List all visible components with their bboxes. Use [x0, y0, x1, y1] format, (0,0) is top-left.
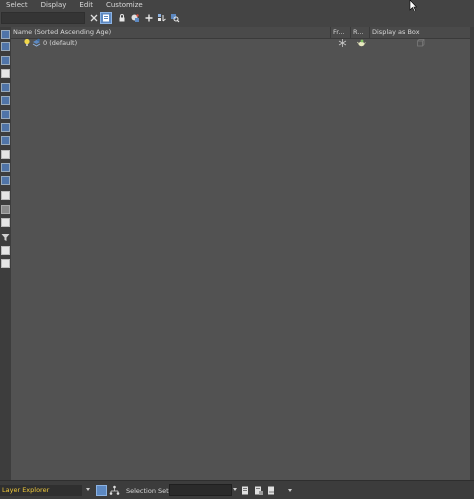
layer-icon	[32, 38, 41, 48]
display-none-icon[interactable]	[1, 30, 10, 39]
selection-set-label: Selection Set:	[126, 487, 171, 495]
menu-select[interactable]: Select	[0, 0, 35, 11]
options-chevron-icon[interactable]	[288, 489, 292, 492]
search-input[interactable]	[1, 12, 85, 24]
menu-edit[interactable]: Edit	[73, 0, 100, 11]
filter-selected-icon[interactable]	[1, 246, 10, 255]
layer-explorer-icon[interactable]	[96, 485, 107, 496]
render-teapot-icon[interactable]	[357, 38, 366, 48]
display-layers-button[interactable]	[100, 12, 112, 24]
lightbulb-icon[interactable]	[23, 38, 31, 48]
lock-icon[interactable]	[116, 12, 128, 24]
display-all-icon[interactable]	[1, 42, 10, 51]
add-icon[interactable]	[143, 12, 155, 24]
column-header-render[interactable]: R...	[351, 27, 370, 38]
explorer-toolbar	[0, 11, 474, 26]
remove-selection-set-icon[interactable]	[266, 485, 277, 496]
status-bar: Layer Explorer Selection Set:	[0, 480, 474, 499]
sort-icon[interactable]	[156, 12, 168, 24]
display-frozen-icon[interactable]	[1, 191, 10, 200]
column-header-frozen[interactable]: Fr...	[331, 27, 351, 38]
menu-bar: Select Display Edit Customize	[0, 0, 474, 11]
menu-display[interactable]: Display	[35, 0, 74, 11]
display-hidden-icon[interactable]	[1, 205, 10, 214]
filter-icon[interactable]	[1, 233, 10, 242]
display-last-render-icon[interactable]	[1, 218, 10, 227]
menu-customize[interactable]: Customize	[100, 0, 150, 11]
display-bones-icon[interactable]	[1, 163, 10, 172]
display-cameras-icon[interactable]	[1, 96, 10, 105]
display-as-box-icon[interactable]	[416, 38, 425, 48]
chevron-down-icon[interactable]	[86, 488, 90, 491]
create-selection-set-icon[interactable]	[253, 485, 264, 496]
hierarchy-icon[interactable]	[109, 485, 120, 496]
display-lights-icon[interactable]	[1, 83, 10, 92]
layer-list: Name (Sorted Ascending Age) Fr... R... D…	[11, 27, 470, 480]
display-helpers-icon[interactable]	[1, 110, 10, 119]
display-xrefs-icon[interactable]	[1, 150, 10, 159]
new-layer-icon[interactable]	[129, 12, 141, 24]
clear-search-icon[interactable]	[88, 12, 100, 24]
filter-children-icon[interactable]	[1, 259, 10, 268]
display-spacewarps-icon[interactable]	[1, 123, 10, 132]
table-row[interactable]: 0 (default)	[11, 38, 470, 48]
display-shapes-icon[interactable]	[1, 69, 10, 78]
vertical-scrollbar[interactable]	[470, 27, 474, 480]
display-geometry-icon[interactable]	[1, 56, 10, 65]
selection-set-dropdown[interactable]	[169, 484, 232, 496]
layer-name[interactable]: 0 (default)	[43, 39, 77, 47]
freeze-icon[interactable]	[338, 38, 347, 48]
explorer-name-dropdown[interactable]: Layer Explorer	[0, 485, 82, 496]
column-header-name[interactable]: Name (Sorted Ascending Age)	[11, 27, 331, 38]
display-groups-icon[interactable]	[1, 136, 10, 145]
display-containers-icon[interactable]	[1, 176, 10, 185]
find-layer-icon[interactable]	[169, 12, 181, 24]
selection-set-chevron-icon[interactable]	[233, 488, 237, 491]
column-header-display-as-box[interactable]: Display as Box	[370, 27, 470, 38]
edit-selection-set-icon[interactable]	[240, 485, 251, 496]
